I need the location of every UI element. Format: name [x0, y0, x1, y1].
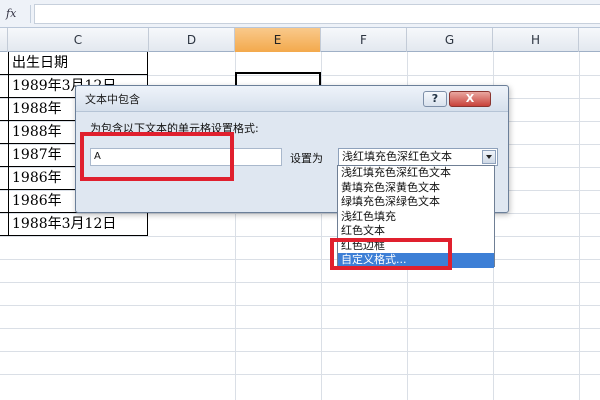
grid-line [0, 236, 600, 237]
function-icon[interactable]: fx [6, 5, 26, 23]
column-header-b-edge[interactable] [0, 28, 8, 52]
grid-line [0, 259, 600, 260]
cell-b[interactable] [0, 98, 8, 121]
dropdown-option[interactable]: 红色文本 [338, 224, 494, 239]
set-as-label: 设置为 [290, 152, 323, 165]
column-header-d[interactable]: D [149, 28, 235, 52]
column-header-c[interactable]: C [8, 28, 149, 52]
column-header-f[interactable]: F [321, 28, 407, 52]
help-button[interactable]: ? [423, 91, 447, 107]
column-header-g[interactable]: G [407, 28, 493, 52]
format-select-value: 浅红填充色深红色文本 [342, 150, 452, 163]
dialog-title-bar[interactable]: 文本中包含 ? X [76, 86, 508, 112]
highlight-frame-input [80, 132, 234, 181]
grid-line [0, 328, 600, 329]
grid-line [0, 305, 600, 306]
cell-b[interactable] [0, 213, 8, 236]
dialog-title: 文本中包含 [85, 93, 140, 106]
dropdown-option[interactable]: 浅红填充色深红色文本 [338, 166, 494, 181]
column-header-e[interactable]: E [235, 28, 321, 52]
format-select[interactable]: 浅红填充色深红色文本 [338, 148, 498, 166]
grid-line [0, 374, 600, 375]
cell-b[interactable] [0, 121, 8, 144]
chevron-down-icon[interactable] [482, 150, 496, 164]
dropdown-option[interactable]: 浅红色填充 [338, 210, 494, 225]
grid-line [0, 351, 600, 352]
formula-separator [30, 5, 31, 23]
cell-b[interactable] [0, 167, 8, 190]
cell-c-date[interactable]: 1988年3月12日 [8, 213, 148, 236]
cell-b[interactable] [0, 52, 8, 75]
highlight-frame-custom-format [330, 238, 452, 270]
dropdown-option[interactable]: 黄填充色深黄色文本 [338, 181, 494, 196]
close-button[interactable]: X [449, 91, 491, 107]
grid-line [579, 52, 580, 400]
dropdown-option[interactable]: 绿填充色深绿色文本 [338, 195, 494, 210]
cell-c-header[interactable]: 出生日期 [8, 52, 148, 75]
column-header-row: C D E F G H [0, 28, 600, 52]
cell-b[interactable] [0, 75, 8, 98]
column-header-h[interactable]: H [493, 28, 579, 52]
cell-b[interactable] [0, 144, 8, 167]
formula-input[interactable] [34, 4, 600, 24]
cell-b[interactable] [0, 190, 8, 213]
grid-line [0, 282, 600, 283]
formula-bar: fx [0, 0, 600, 28]
